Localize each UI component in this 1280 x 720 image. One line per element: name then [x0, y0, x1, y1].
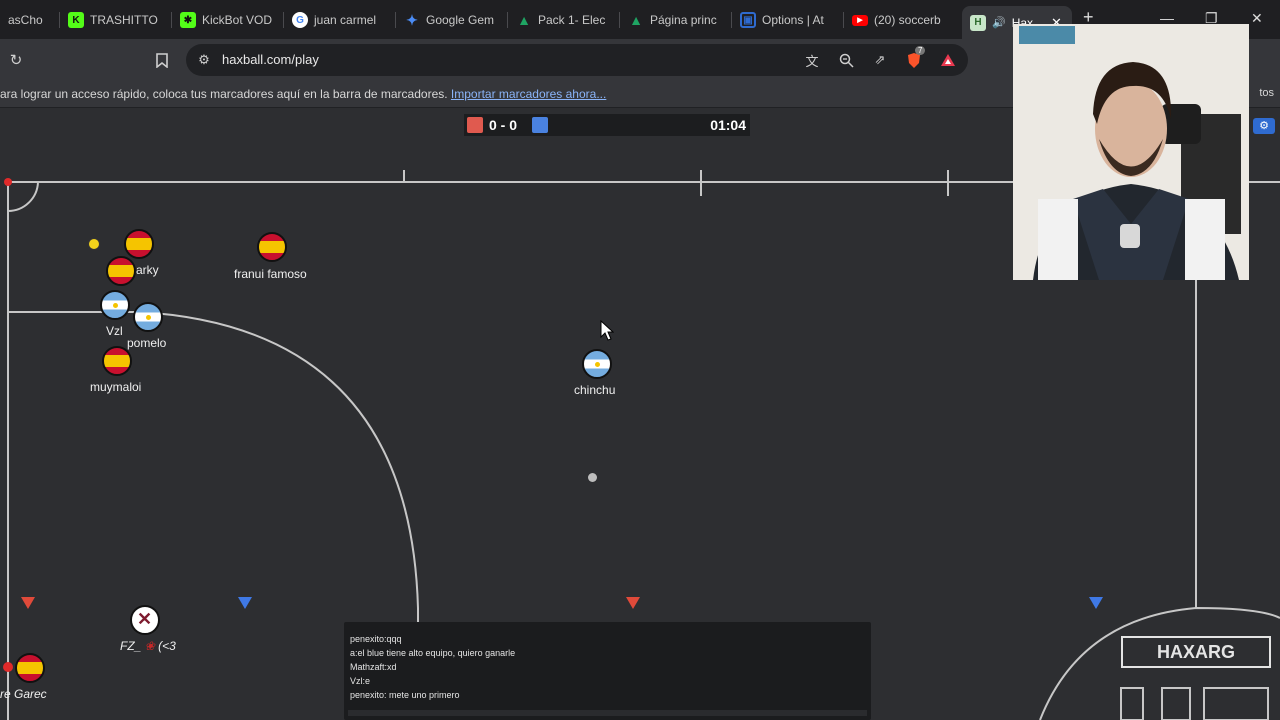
chat-input[interactable] — [348, 710, 867, 716]
tab-6[interactable]: ▲ Página princ — [620, 6, 732, 34]
red-team-square — [467, 117, 483, 133]
brave-shield-icon[interactable]: 7 — [904, 46, 926, 70]
bot-icon: ✱ — [180, 12, 196, 28]
player-disc — [15, 653, 45, 683]
player-disc — [102, 346, 132, 376]
chat-line: Mathzaft:xd — [350, 662, 397, 672]
haxball-icon: H — [970, 14, 986, 31]
player-name: franui famoso — [234, 267, 307, 281]
bookmarks-right-text: tos — [1259, 87, 1274, 99]
player-disc — [106, 256, 136, 286]
tab-3[interactable]: G juan carmel — [284, 6, 396, 34]
player-disc — [124, 229, 154, 259]
tab-7[interactable]: ▣ Options | At — [732, 6, 844, 34]
player-name: chinchu — [574, 383, 616, 397]
scoreboard: 0 - 0 01:04 — [464, 114, 750, 136]
game-timer: 01:04 — [710, 117, 746, 133]
red-offscreen-marker — [21, 597, 35, 609]
tab-label: juan carmel — [314, 13, 377, 27]
site-info-icon[interactable]: ⚙ — [194, 50, 214, 70]
player-name: muymaloi — [90, 380, 142, 394]
gemini-icon: ✦ — [406, 11, 418, 28]
tab-label: asCho — [8, 13, 43, 27]
screen: asCho K TRASHITTO ✱ KickBot VOD G juan c… — [0, 0, 1280, 720]
tab-4[interactable]: ✦ Google Gem — [396, 6, 508, 34]
webcam-feed — [1013, 24, 1249, 280]
share-icon[interactable]: ⇗ — [870, 50, 890, 70]
brave-badge: 7 — [915, 46, 926, 55]
import-bookmarks-link[interactable]: Importar marcadores ahora... — [451, 87, 606, 101]
bookmark-icon[interactable] — [152, 50, 172, 70]
tab-label: Pack 1- Elec — [538, 13, 606, 27]
player-name: pomelo — [127, 336, 167, 350]
drive-icon: ▲ — [517, 12, 531, 28]
game-ball — [88, 238, 100, 250]
gear-icon: ⚙ — [1259, 120, 1269, 132]
blue-team-square — [532, 117, 548, 133]
player-name: Vzl — [106, 324, 123, 338]
blue-offscreen-marker — [1089, 597, 1103, 609]
brave-rewards-icon[interactable] — [938, 50, 958, 70]
audio-icon: 🔊 — [992, 17, 1006, 29]
heart-icon: ❀ — [144, 639, 155, 653]
blue-offscreen-marker — [238, 597, 252, 609]
mouse-cursor-icon — [600, 320, 614, 341]
chat-line: penexito: mete uno primero — [350, 690, 460, 700]
player-disc — [257, 232, 287, 262]
tab-8[interactable]: ▶ (20) soccerb — [844, 6, 956, 34]
translate-icon[interactable]: 文 — [802, 50, 822, 70]
omnibox[interactable]: ⚙ haxball.com/play 文 ⇗ 7 — [186, 44, 968, 76]
player-name: re Garec — [0, 687, 47, 701]
red-offscreen-marker — [626, 597, 640, 609]
drive-icon: ▲ — [629, 12, 643, 28]
url-text[interactable]: haxball.com/play — [222, 52, 319, 67]
tab-label: TRASHITTO — [90, 13, 158, 27]
chat-line: a:el blue tiene alto equipo, quiero gana… — [350, 648, 516, 658]
tab-0[interactable]: asCho — [0, 6, 60, 34]
player-name: arky — [136, 263, 159, 277]
haxarg-logo: HAXARG — [1121, 636, 1271, 668]
score: 0 - 0 — [489, 117, 518, 133]
game-settings-button[interactable]: ⚙ — [1253, 118, 1275, 134]
tab-2[interactable]: ✱ KickBot VOD — [172, 6, 284, 34]
tab-1[interactable]: K TRASHITTO — [60, 6, 172, 34]
player-name-fz: FZ_ — [120, 639, 142, 653]
chat-box: penexito:qqq a:el blue tiene alto equipo… — [344, 622, 871, 720]
player-disc — [133, 302, 163, 332]
player-name-suffix: (<3 — [158, 639, 176, 653]
zoom-icon[interactable] — [836, 50, 856, 70]
chat-line: penexito:qqq — [350, 634, 402, 644]
player-disc — [100, 290, 130, 320]
google-icon: G — [292, 12, 308, 28]
bookmarks-hint: ara lograr un acceso rápido, coloca tus … — [0, 87, 448, 101]
player-disc — [130, 605, 160, 635]
options-icon: ▣ — [740, 12, 756, 28]
chat-line: Vzl:e — [350, 676, 371, 686]
player-disc — [582, 349, 612, 379]
tab-label: (20) soccerb — [874, 13, 941, 27]
tab-label: KickBot VOD — [202, 13, 273, 27]
youtube-icon: ▶ — [852, 14, 868, 26]
tab-label: Página princ — [650, 13, 717, 27]
tab-label: Options | At — [762, 13, 824, 27]
player-name: FZ_ ❀ (<3 — [120, 639, 176, 653]
tab-label: Google Gem — [426, 13, 495, 27]
close-window-icon[interactable]: ✕ — [1251, 10, 1263, 27]
webcam-overlay — [1013, 24, 1249, 280]
reload-icon[interactable]: ↻ — [6, 50, 26, 70]
kick-icon: K — [68, 12, 84, 28]
center-spot — [588, 473, 597, 482]
tab-5[interactable]: ▲ Pack 1- Elec — [508, 6, 620, 34]
